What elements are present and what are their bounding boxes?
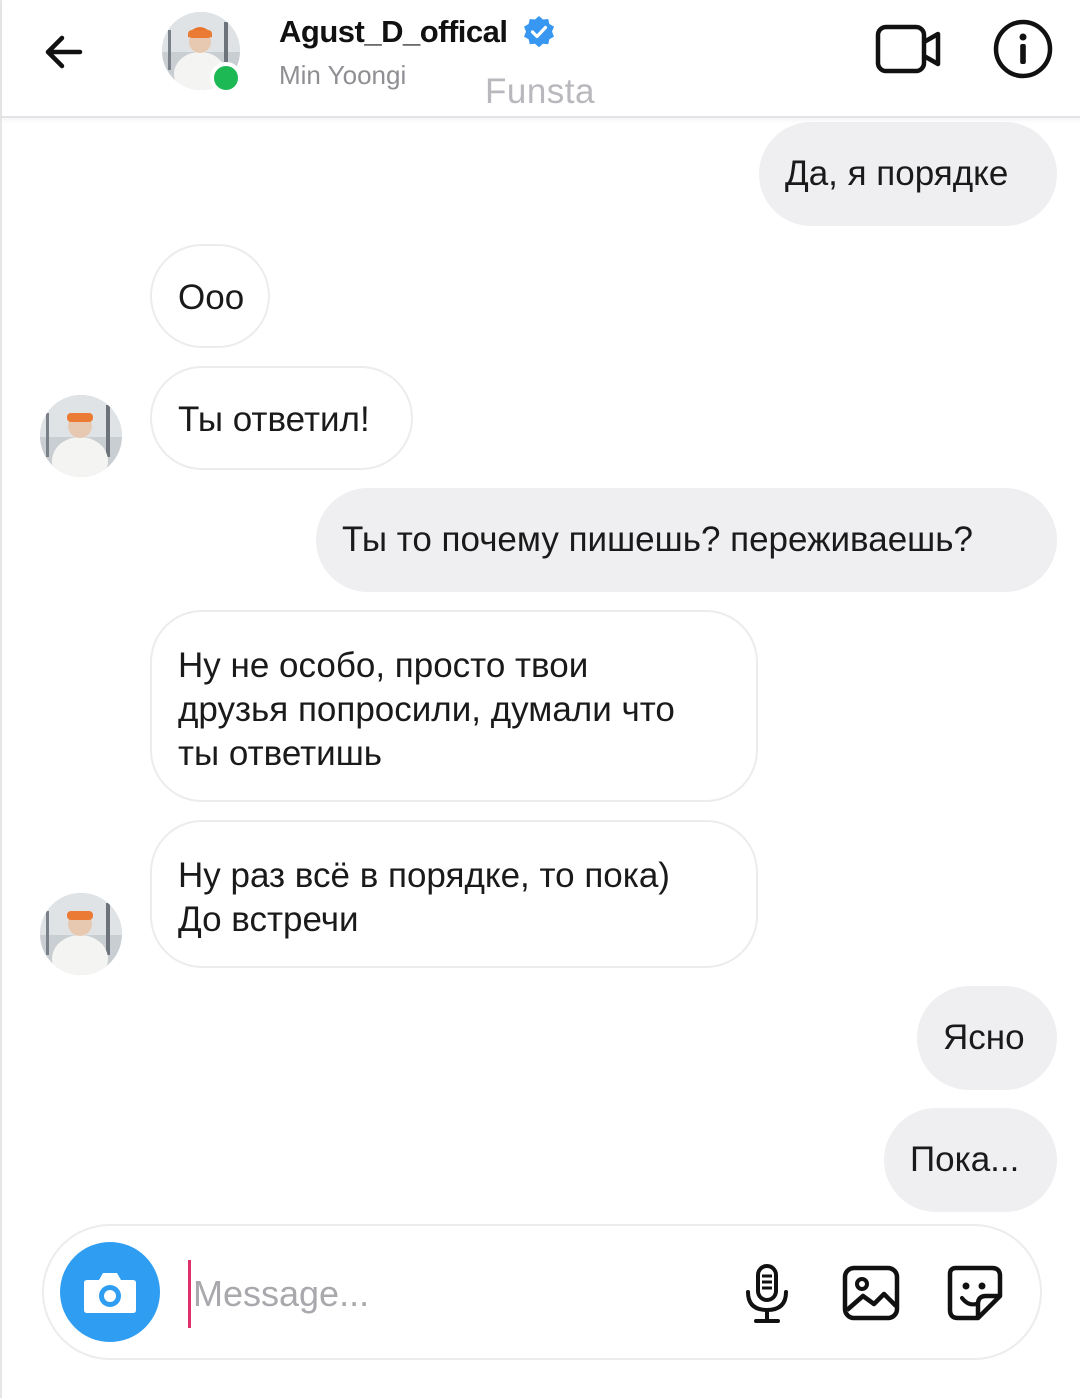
message-line: До встречи [178, 900, 359, 939]
back-button[interactable] [32, 22, 96, 82]
message-line: ты ответишь [178, 734, 383, 773]
online-status-dot [210, 62, 242, 94]
camera-button[interactable] [60, 1242, 160, 1342]
message-incoming[interactable]: Ну не особо, просто твои друзья попросил… [150, 610, 758, 802]
info-icon [993, 19, 1053, 79]
sticker-icon [947, 1265, 1003, 1321]
image-icon [842, 1265, 900, 1321]
message-input[interactable] [188, 1260, 715, 1328]
message-outgoing[interactable]: Ясно [917, 986, 1057, 1090]
message-outgoing[interactable]: Да, я порядке [759, 122, 1057, 226]
account-label: Funsta [485, 72, 595, 111]
sticker-button[interactable] [942, 1260, 1008, 1326]
sender-avatar[interactable] [40, 395, 122, 477]
message-text: Ясно [943, 1018, 1025, 1057]
message-line: друзья попросили, думали что [178, 690, 675, 729]
message-incoming[interactable]: Ну раз всё в порядке, то пока) До встреч… [150, 820, 758, 968]
gallery-button[interactable] [838, 1260, 904, 1326]
message-incoming[interactable]: Ooo [150, 244, 270, 348]
message-composer [42, 1224, 1042, 1360]
username-row[interactable]: Agust_D_offical [279, 14, 557, 50]
chat-header: Agust_D_offical Min Yoongi Funsta [2, 0, 1080, 118]
message-line: Ну раз всё в порядке, то пока) [178, 856, 670, 895]
microphone-button[interactable] [734, 1260, 800, 1326]
camera-icon [84, 1273, 136, 1313]
microphone-icon [746, 1264, 788, 1323]
username: Agust_D_offical [279, 14, 508, 49]
message-outgoing[interactable]: Ты то почему пишешь? переживаешь? [316, 488, 1057, 592]
chat-screen: Agust_D_offical Min Yoongi Funsta Да, я … [0, 0, 1080, 1398]
sender-avatar[interactable] [40, 893, 122, 975]
message-incoming[interactable]: Ты ответил! [150, 366, 413, 470]
video-camera-icon [875, 24, 941, 74]
full-name: Min Yoongi [279, 60, 407, 90]
message-outgoing[interactable]: Пока... [884, 1108, 1057, 1212]
message-text: Ooo [178, 278, 245, 317]
message-text: Пока... [910, 1140, 1020, 1179]
info-button[interactable] [992, 18, 1054, 80]
arrow-left-icon [45, 35, 83, 69]
message-line: Ну не особо, просто твои [178, 646, 589, 685]
message-text: Ты ответил! [178, 400, 370, 439]
verified-badge-icon [524, 16, 555, 48]
message-text: Ты то почему пишешь? переживаешь? [342, 520, 973, 559]
message-text: Да, я порядке [785, 154, 1009, 193]
video-call-button[interactable] [874, 22, 944, 76]
